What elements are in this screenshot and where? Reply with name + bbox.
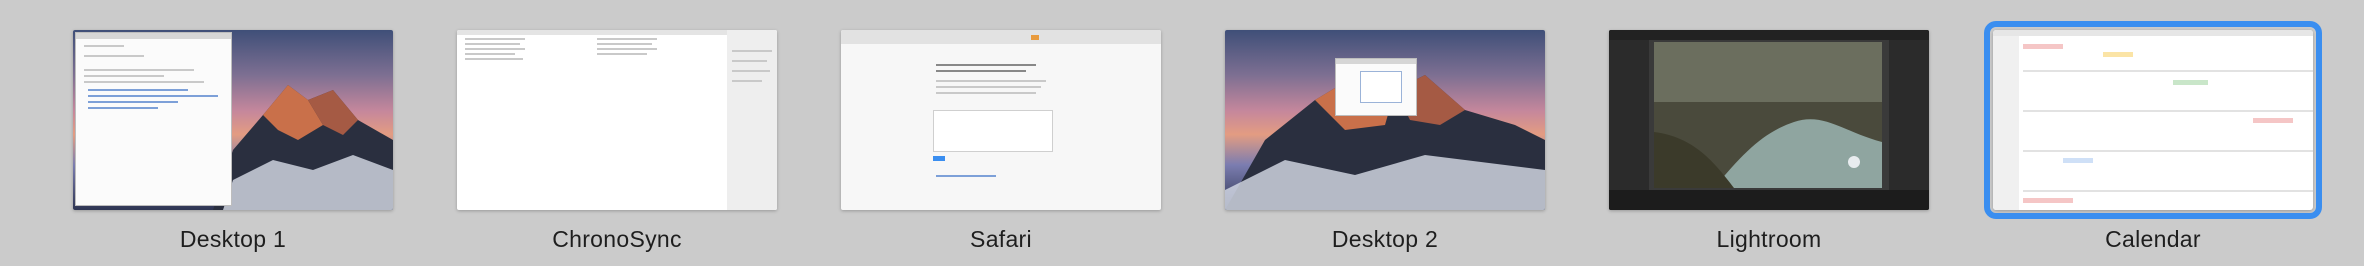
space-desktop-2[interactable]: Desktop 2 [1220, 0, 1550, 266]
space-label: Desktop 2 [1331, 226, 1439, 252]
space-desktop-1[interactable]: Desktop 1 [68, 0, 398, 266]
space-label: Lightroom [1716, 226, 1822, 252]
space-safari[interactable]: Safari [836, 0, 1166, 266]
space-chronosync[interactable]: ChronoSync [452, 0, 782, 266]
space-label: ChronoSync [552, 226, 682, 252]
space-label: Desktop 1 [179, 226, 287, 252]
mountain-image [1225, 70, 1545, 210]
space-thumbnail[interactable] [1609, 30, 1929, 210]
space-thumbnail[interactable] [1984, 21, 2322, 219]
space-thumbnail[interactable] [841, 30, 1161, 210]
space-label: Safari [970, 226, 1032, 252]
photo-preview [1654, 42, 1882, 188]
space-thumbnail[interactable] [1225, 30, 1545, 210]
space-thumbnail[interactable] [457, 30, 777, 210]
space-lightroom[interactable]: Lightroom [1604, 0, 1934, 266]
space-calendar[interactable]: Calendar [1984, 0, 2322, 266]
document-window[interactable] [75, 32, 232, 206]
space-thumbnail[interactable] [73, 30, 393, 210]
space-label: Calendar [2105, 226, 2201, 252]
dialog-window[interactable] [1335, 58, 1417, 116]
